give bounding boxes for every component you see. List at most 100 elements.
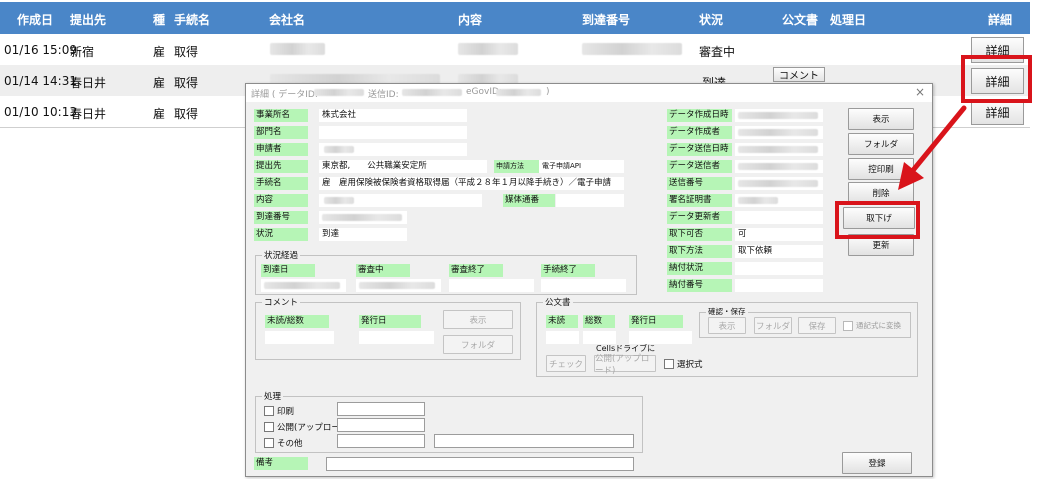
col-proc: 手続名 — [174, 13, 211, 27]
check-button[interactable]: チェック — [546, 355, 586, 372]
value-withdraw-method: 取下依頼 — [735, 245, 823, 258]
value-review-done — [449, 279, 534, 292]
col-procdate: 処理日 — [830, 13, 867, 27]
label-comment-issue: 発行日 — [359, 315, 421, 328]
label-arrival-date: 到達日 — [261, 264, 315, 277]
comment-show-button[interactable]: 表示 — [443, 310, 513, 329]
selected-label: 選択式 — [677, 360, 703, 370]
publish-input[interactable] — [337, 418, 425, 432]
col-official: 公文書 — [782, 13, 819, 27]
cell-dest: 新宿 — [70, 45, 95, 59]
cell-kind: 雇 — [153, 76, 166, 90]
cell-kind: 雇 — [153, 107, 166, 121]
value-media — [556, 194, 624, 207]
print-label: 印刷 — [277, 407, 295, 417]
value-procedure-done — [541, 279, 626, 292]
title-close-paren: ) — [546, 87, 550, 97]
print-checkbox[interactable]: 印刷 — [264, 405, 294, 417]
label-official-total: 総数 — [583, 315, 615, 328]
col-arrival: 到達番号 — [582, 13, 631, 27]
process-title: 処理 — [262, 390, 284, 402]
cell-dest: 春日井 — [70, 76, 107, 90]
list-header: 作成日 提出先 種 手続名 会社名 内容 到達番号 状況 公文書 処理日 詳細 — [0, 2, 1030, 34]
label-updated-by: データ更新者 — [667, 211, 732, 224]
label-under-review: 審査中 — [356, 264, 410, 277]
value-payment-number — [735, 279, 823, 292]
cell-status: 審査中 — [699, 45, 736, 59]
value-comment-issue — [359, 331, 434, 344]
label-remarks: 備考 — [254, 457, 308, 470]
publish-button[interactable]: 公開(アップロード) — [594, 354, 656, 376]
label-official-unread: 未読 — [546, 315, 578, 328]
other-input[interactable] — [337, 434, 425, 448]
other-note-input[interactable] — [434, 434, 634, 448]
official-show-button[interactable]: 表示 — [708, 317, 746, 334]
label-comment-unread: 未読/総数 — [265, 315, 329, 328]
value-official-unread — [546, 331, 579, 344]
label-sent-by: データ送信者 — [667, 160, 732, 173]
col-created: 作成日 — [17, 13, 54, 27]
comment-button[interactable]: コメント — [773, 67, 825, 82]
confirm-save-title: 確認・保存 — [706, 306, 748, 317]
label-status: 状況 — [254, 228, 308, 241]
comment-folder-button[interactable]: フォルダ — [443, 335, 513, 354]
title-data-id: 詳細 ( データID: — [251, 90, 318, 100]
label-created-by: データ作成者 — [667, 126, 732, 139]
confirm-save-group: 確認・保存 表示 フォルダ 保存 通記式に変換 — [699, 306, 911, 338]
value-status: 到達 — [319, 228, 407, 241]
label-method: 申請方法 — [494, 160, 539, 173]
status-progress-group: 状況経過 到達日 審査中 審査終了 手続終了 — [255, 249, 637, 295]
process-group: 処理 印刷 公開(アップロード) その他 — [255, 390, 643, 453]
col-dest: 提出先 — [70, 13, 107, 27]
table-row[interactable]: 01/16 15:09 新宿 雇 取得 審査中 詳細 — [0, 34, 1030, 65]
label-sent-at: データ送信日時 — [667, 143, 732, 156]
register-button[interactable]: 登録 — [842, 452, 912, 474]
col-kind: 種 — [153, 13, 166, 27]
official-folder-button[interactable]: フォルダ — [754, 317, 792, 334]
title-send-id: 送信ID: — [368, 90, 399, 100]
convert-checkbox[interactable]: 通記式に変換 — [843, 320, 901, 331]
cell-proc: 取得 — [174, 45, 199, 59]
value-office: 株式会社 — [319, 109, 467, 122]
official-docs-title: 公文書 — [543, 296, 573, 308]
label-procedure: 手続名 — [254, 177, 308, 190]
label-media: 媒体通番 — [503, 194, 555, 207]
close-icon[interactable]: × — [915, 85, 925, 99]
status-progress-title: 状況経過 — [262, 249, 301, 261]
value-updated-by — [735, 211, 823, 224]
label-withdrawable: 取下可否 — [667, 228, 732, 241]
cell-date: 01/14 14:31 — [4, 74, 77, 88]
cell-proc: 取得 — [174, 107, 199, 121]
cell-date: 01/16 15:09 — [4, 43, 77, 57]
cell-dest: 春日井 — [70, 107, 107, 121]
cell-date: 01/10 10:13 — [4, 105, 77, 119]
detail-dialog: 詳細 ( データID: 送信ID: eGovID: ) × 事業所名 株式会社 … — [245, 83, 933, 477]
value-payment-status — [735, 262, 823, 275]
value-procedure: 雇 雇用保険被保険者資格取得届（平成２８年１月以降手続き）／電子申請 — [319, 177, 624, 190]
official-save-button[interactable]: 保存 — [798, 317, 836, 334]
label-submit-to: 提出先 — [254, 160, 308, 173]
remarks-input[interactable] — [326, 457, 634, 471]
detail-highlight-frame — [961, 55, 1032, 103]
col-company: 会社名 — [269, 13, 306, 27]
pointer-arrow-icon — [898, 105, 967, 190]
label-office: 事業所名 — [254, 109, 308, 122]
value-submit-to: 東京都, 公共職業安定所 — [319, 160, 487, 173]
value-comment-unread — [265, 331, 334, 344]
selected-checkbox[interactable]: 選択式 — [664, 358, 703, 370]
col-status: 状況 — [699, 13, 724, 27]
other-label: その他 — [277, 439, 303, 449]
label-payment-status: 納付状況 — [667, 262, 732, 275]
other-checkbox[interactable]: その他 — [264, 437, 303, 449]
cell-proc: 取得 — [174, 76, 199, 90]
value-method: 電子申請API — [539, 160, 624, 173]
print-input[interactable] — [337, 402, 425, 416]
comment-group-title: コメント — [262, 296, 301, 308]
label-dept: 部門名 — [254, 126, 308, 139]
convert-label: 通記式に変換 — [856, 321, 901, 330]
col-detail: 詳細 — [988, 13, 1013, 27]
label-procedure-done: 手続終了 — [541, 264, 595, 277]
label-applicant: 申請者 — [254, 143, 308, 156]
withdraw-highlight-frame — [835, 201, 920, 239]
official-docs-group: 公文書 未読 総数 発行日 確認・保存 表示 フォルダ 保存 通記式に変換 Ce… — [536, 296, 918, 377]
